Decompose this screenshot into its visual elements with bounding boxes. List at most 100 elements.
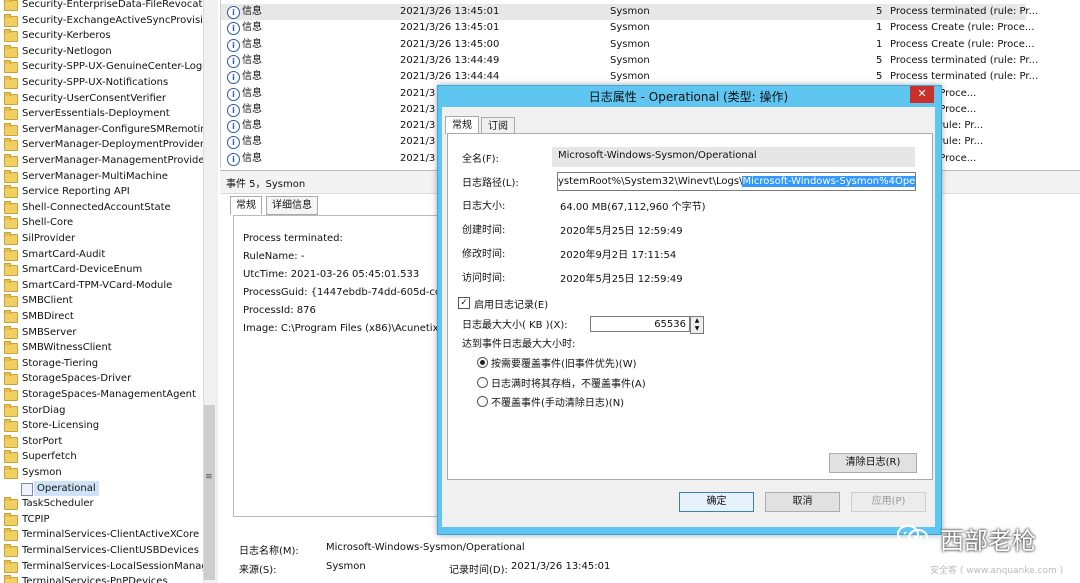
max-size-stepper[interactable]: ▲ ▼ bbox=[690, 316, 704, 334]
tree-item[interactable]: Service Reporting API bbox=[0, 184, 203, 200]
overwrite-radio[interactable] bbox=[477, 357, 488, 368]
tree-item[interactable]: Shell-Core bbox=[0, 215, 203, 231]
tree-item[interactable]: ServerEssentials-Deployment bbox=[0, 106, 203, 122]
tree-item-label: TerminalServices-ClientUSBDevices bbox=[22, 545, 199, 556]
tree-item[interactable]: SmartCard-TPM-VCard-Module bbox=[0, 278, 203, 294]
clear-log-button[interactable]: 清除日志(R) bbox=[829, 453, 917, 473]
tree-item[interactable]: Superfetch bbox=[0, 449, 203, 465]
tree-scrollbar-thumb[interactable] bbox=[204, 405, 215, 580]
folder-icon bbox=[4, 544, 18, 557]
tree-item[interactable]: TerminalServices-ClientUSBDevices bbox=[0, 543, 203, 559]
folder-icon bbox=[4, 341, 18, 355]
tree-item[interactable]: Storage-Tiering bbox=[0, 356, 203, 372]
tree-item[interactable]: TaskScheduler bbox=[0, 496, 203, 512]
table-row[interactable]: i 信息 2021/3/26 13:44:49 Sysmon 5 Process term… bbox=[221, 53, 1038, 69]
tree-item[interactable]: TerminalServices-PnPDevices bbox=[0, 574, 203, 583]
event-id: 5 bbox=[876, 54, 883, 66]
table-row[interactable]: i 信息 2021/3/26 13:45:00 Sysmon 1 Process Crea… bbox=[221, 37, 1034, 53]
enable-logging-label: 启用日志记录(E) bbox=[474, 300, 549, 311]
tree-item[interactable]: StorageSpaces-Driver bbox=[0, 371, 203, 387]
tree-item[interactable]: SmartCard-Audit bbox=[0, 247, 203, 263]
tree-item[interactable]: Security-SPP-UX-Notifications bbox=[0, 75, 203, 91]
table-row[interactable]: i 信息 2021/3/26 13:44:44 Sysmon 5 Process term… bbox=[221, 69, 1038, 85]
source-label: 来源(S): bbox=[239, 565, 277, 576]
tree-item[interactable]: ServerManager-DeploymentProvider bbox=[0, 137, 203, 153]
tree-item[interactable]: TCPIP bbox=[0, 512, 203, 528]
tree-item[interactable]: Security-SPP-UX-GenuineCenter-Logging bbox=[0, 59, 203, 75]
tree-item[interactable]: StorPort bbox=[0, 434, 203, 450]
tree-item[interactable]: ServerManager-ConfigureSMRemoting bbox=[0, 122, 203, 138]
logged-value: 2021/3/26 13:45:01 bbox=[511, 561, 611, 572]
tree-item[interactable]: SMBServer bbox=[0, 325, 203, 341]
folder-icon bbox=[4, 107, 18, 121]
max-size-input[interactable]: 65536 bbox=[590, 316, 690, 332]
no-overwrite-radio[interactable] bbox=[477, 396, 488, 407]
tree-item[interactable]: Security-EnterpriseData-FileRevocationM bbox=[0, 0, 203, 13]
tree-item[interactable]: Security-Kerberos bbox=[0, 28, 203, 44]
tree-item[interactable]: ServerManager-ManagementProvider bbox=[0, 153, 203, 169]
tree-item[interactable]: TerminalServices-ClientActiveXCore bbox=[0, 527, 203, 543]
tree-item[interactable]: StorDiag bbox=[0, 403, 203, 419]
accessed-label: 访问时间: bbox=[462, 273, 506, 284]
cancel-button[interactable]: 取消 bbox=[765, 492, 840, 512]
log-path-input[interactable]: ystemRoot%\System32\Winevt\Logs\Microsof… bbox=[557, 172, 916, 191]
apply-button[interactable]: 应用(P) bbox=[851, 492, 926, 512]
tree-item[interactable]: Shell-ConnectedAccountState bbox=[0, 200, 203, 216]
tree-item[interactable]: Security-Netlogon bbox=[0, 44, 203, 60]
folder-icon bbox=[4, 512, 18, 526]
detail-tab-details[interactable]: 详细信息 bbox=[266, 196, 318, 215]
tree-item[interactable]: SMBClient bbox=[0, 293, 203, 309]
tree-item-label: Security-ExchangeActiveSyncProvisioning bbox=[22, 14, 203, 26]
tree-item-label: SMBDirect bbox=[22, 311, 74, 322]
tree-item[interactable]: Sysmon bbox=[0, 465, 203, 481]
folder-icon bbox=[4, 497, 18, 511]
detail-line: Process terminated: bbox=[243, 233, 343, 244]
created-value: 2020年5月25日 12:59:49 bbox=[560, 226, 683, 237]
table-row[interactable]: i 信息 2021/3/26 13:45:01 Sysmon 5 Process term… bbox=[221, 4, 1038, 21]
tree-item[interactable]: SMBWitnessClient bbox=[0, 340, 203, 356]
folder-icon bbox=[4, 169, 18, 183]
tree-item[interactable]: StorageSpaces-ManagementAgent bbox=[0, 387, 203, 403]
log-name-value: Microsoft-Windows-Sysmon/Operational bbox=[326, 542, 525, 553]
event-id: 1 bbox=[876, 38, 883, 50]
tree-item[interactable]: ServerManager-MultiMachine bbox=[0, 169, 203, 185]
event-task: Process terminated (rule: Pr... bbox=[890, 54, 1039, 66]
event-date: 2021/3 bbox=[400, 87, 436, 99]
detail-line: Image: C:\Program Files (x86)\Acunetix\p… bbox=[243, 323, 458, 334]
event-source: Sysmon bbox=[610, 22, 650, 34]
archive-radio[interactable] bbox=[477, 377, 488, 388]
tree-item-label: Shell-ConnectedAccountState bbox=[22, 201, 171, 213]
tree-item-label: TCPIP bbox=[22, 513, 50, 525]
full-name-value: Microsoft-Windows-Sysmon/Operational bbox=[558, 150, 757, 161]
tree-item-label: TaskScheduler bbox=[22, 498, 94, 510]
tree-item-label: StorageSpaces-Driver bbox=[22, 373, 132, 385]
detail-tab-general[interactable]: 常规 bbox=[230, 196, 262, 215]
tree-item[interactable]: TerminalServices-LocalSessionManager bbox=[0, 559, 203, 575]
event-level: 信息 bbox=[242, 54, 262, 66]
created-label: 创建时间: bbox=[462, 225, 506, 236]
info-icon: i bbox=[227, 87, 240, 101]
tree-item[interactable]: SmartCard-DeviceEnum bbox=[0, 262, 203, 278]
watermark-url: 安全客 ( www.anquanke.com ) bbox=[930, 566, 1064, 576]
detail-line: UtcTime: 2021-03-26 05:45:01.533 bbox=[243, 269, 420, 280]
tree-item[interactable]: SMBDirect bbox=[0, 309, 203, 325]
table-row[interactable]: i 信息 2021/3/26 13:45:01 Sysmon 1 Process Crea… bbox=[221, 20, 1034, 36]
tree-item-operational[interactable]: Operational bbox=[0, 480, 203, 497]
enable-logging-checkbox[interactable]: ✓ bbox=[458, 297, 470, 309]
tree-item[interactable]: Security-ExchangeActiveSyncProvisioning bbox=[0, 13, 203, 29]
tree-item-label: Store-Licensing bbox=[22, 420, 100, 432]
log-tree: Security-EnterpriseData-FileRevocationM S… bbox=[0, 0, 203, 583]
tree-item-label: ServerManager-DeploymentProvider bbox=[22, 139, 203, 151]
tree-item[interactable]: SilProvider bbox=[0, 231, 203, 247]
modified-label: 修改时间: bbox=[462, 249, 506, 260]
tree-item[interactable]: Security-UserConsentVerifier bbox=[0, 91, 203, 107]
pane-splitter-grip[interactable]: ≡ bbox=[205, 472, 213, 482]
close-icon[interactable]: ✕ bbox=[910, 86, 934, 103]
ok-button[interactable]: 确定 bbox=[679, 492, 754, 512]
tree-item[interactable]: Store-Licensing bbox=[0, 418, 203, 434]
tree-item-label: TerminalServices-LocalSessionManager bbox=[22, 560, 203, 572]
max-size-label: 日志最大大小( KB )(X): bbox=[462, 320, 568, 331]
folder-icon bbox=[4, 138, 18, 152]
folder-icon bbox=[4, 388, 18, 401]
info-icon: i bbox=[227, 6, 240, 19]
